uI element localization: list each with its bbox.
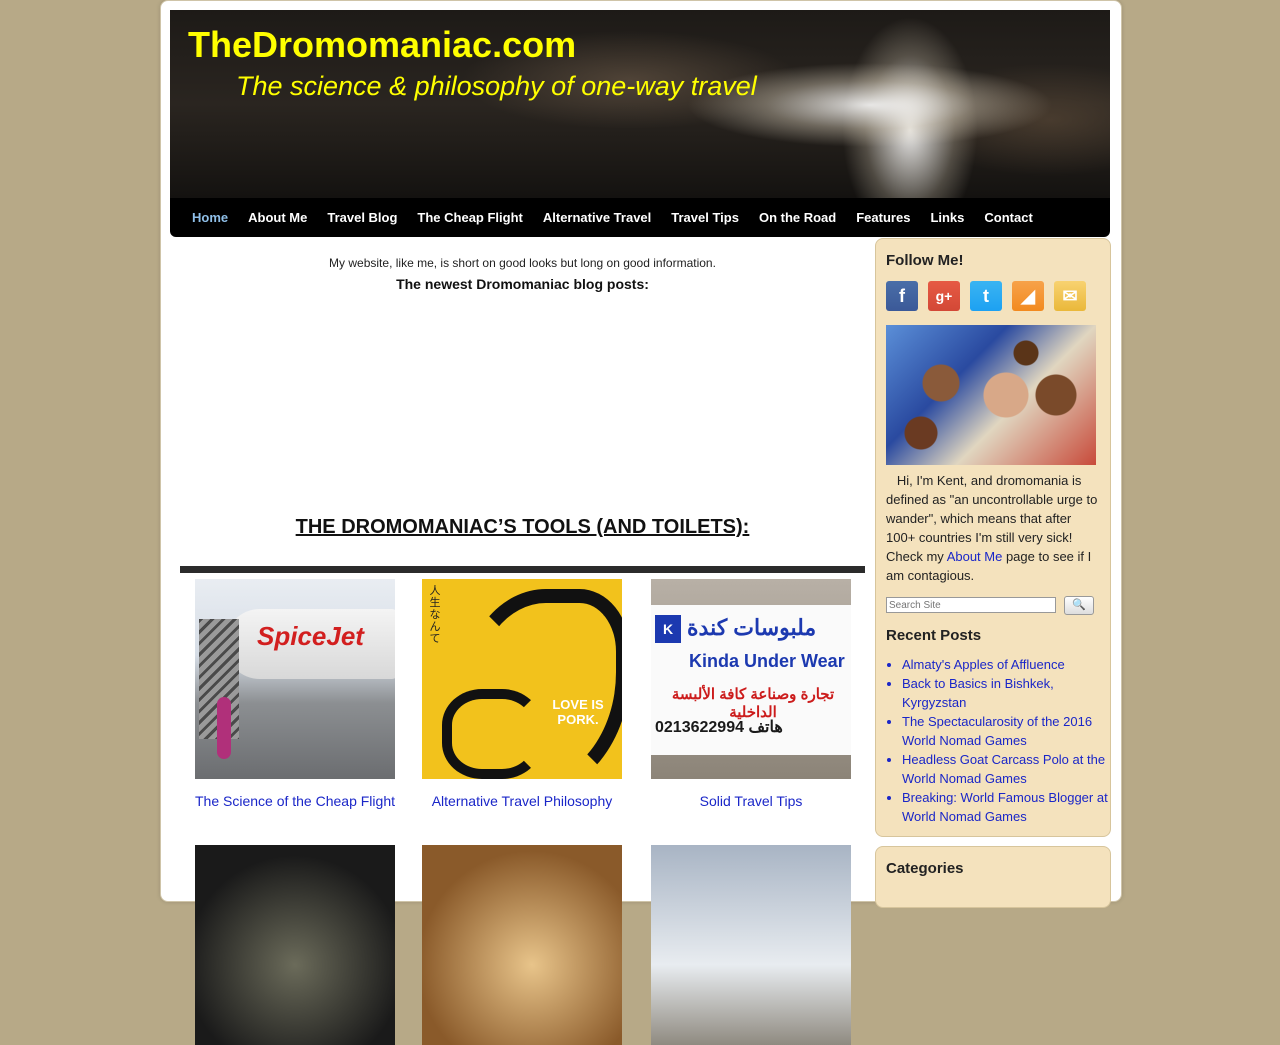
nav-item-links[interactable]: Links (920, 198, 974, 237)
cheap-flight-image[interactable]: SpiceJet (195, 579, 395, 779)
poster-text: LOVE IS PORK. (552, 697, 604, 727)
tile-image[interactable] (651, 845, 851, 1045)
sign-arabic-title: ملبوسات كندة (687, 615, 817, 640)
tile-row2-2[interactable] (407, 845, 637, 1045)
tools-heading: THE DROMOMANIAC’S TOOLS (AND TOILETS): (295, 516, 750, 538)
about-me-link[interactable]: About Me (947, 549, 1003, 564)
tile-travel-tips[interactable]: K ملبوسات كندة Kinda Under Wear تجارة وص… (636, 579, 866, 809)
recent-posts-title: Recent Posts (886, 627, 982, 644)
facebook-icon[interactable]: f (886, 281, 918, 311)
sign-phone: 0213622994 هاتف (655, 719, 783, 736)
site-header: TheDromomaniac.com The science & philoso… (170, 10, 1110, 198)
recent-posts-list: Almaty's Apples of Affluence Back to Bas… (886, 655, 1116, 826)
social-links: f g+ t ◢ ✉ (886, 281, 1086, 311)
site-title[interactable]: TheDromomaniac.com (188, 24, 576, 66)
google-plus-icon[interactable]: g+ (928, 281, 960, 311)
author-bio: Hi, I'm Kent, and dromomania is defined … (886, 471, 1100, 585)
email-icon[interactable]: ✉ (1054, 281, 1086, 311)
tile-row2-1[interactable] (180, 845, 410, 1045)
nav-item-on-the-road[interactable]: On the Road (749, 198, 846, 237)
nav-item-alternative-travel[interactable]: Alternative Travel (533, 198, 661, 237)
nav-item-cheap-flight[interactable]: The Cheap Flight (407, 198, 532, 237)
recent-post-link[interactable]: Breaking: World Famous Blogger at World … (902, 788, 1116, 826)
sidebar: Follow Me! f g+ t ◢ ✉ Hi, I'm Kent, and … (875, 238, 1111, 837)
tile-alternative-travel[interactable]: 人生なんて LOVE IS PORK. Alternative Travel P… (407, 579, 637, 809)
recent-post-link[interactable]: The Spectacularosity of the 2016 World N… (902, 712, 1116, 750)
nav-item-travel-tips[interactable]: Travel Tips (661, 198, 749, 237)
tile-caption-travel-tips[interactable]: Solid Travel Tips (636, 793, 866, 809)
tile-image[interactable] (195, 845, 395, 1045)
nav-item-travel-blog[interactable]: Travel Blog (317, 198, 407, 237)
nav-item-contact[interactable]: Contact (974, 198, 1042, 237)
recent-post-link[interactable]: Back to Basics in Bishkek, Kyrgyzstan (902, 674, 1116, 712)
crown-logo-icon: K (655, 615, 681, 643)
alternative-travel-image[interactable]: 人生なんて LOVE IS PORK. (422, 579, 622, 779)
travel-tips-image[interactable]: K ملبوسات كندة Kinda Under Wear تجارة وص… (651, 579, 851, 779)
rss-icon[interactable]: ◢ (1012, 281, 1044, 311)
tile-caption-alternative-travel[interactable]: Alternative Travel Philosophy (407, 793, 637, 809)
tile-row2-3[interactable] (636, 845, 866, 1045)
profile-photo (886, 325, 1096, 465)
tools-grid: SpiceJet The Science of the Cheap Flight… (180, 566, 866, 1045)
airline-logo-text: SpiceJet (257, 621, 364, 651)
tile-image[interactable] (422, 845, 622, 1045)
twitter-icon[interactable]: t (970, 281, 1002, 311)
main-nav: Home About Me Travel Blog The Cheap Flig… (170, 198, 1110, 237)
japanese-text: 人生なんて (429, 585, 441, 645)
search-input[interactable] (886, 597, 1056, 613)
intro-text: My website, like me, is short on good lo… (329, 256, 716, 270)
recent-post-link[interactable]: Almaty's Apples of Affluence (902, 655, 1116, 674)
categories-title: Categories (886, 860, 964, 877)
shop-sign: K ملبوسات كندة Kinda Under Wear تجارة وص… (651, 605, 851, 755)
sign-english-title: Kinda Under Wear (689, 651, 845, 671)
brush-stroke (442, 689, 542, 779)
traveler-figure (217, 697, 231, 759)
main-content: My website, like me, is short on good lo… (180, 238, 865, 1045)
nav-item-about-me[interactable]: About Me (238, 198, 317, 237)
tile-cheap-flight[interactable]: SpiceJet The Science of the Cheap Flight (180, 579, 410, 809)
search-icon: 🔍 (1072, 599, 1086, 611)
newest-posts-heading: The newest Dromomaniac blog posts: (396, 276, 649, 292)
nav-item-features[interactable]: Features (846, 198, 920, 237)
search-button[interactable]: 🔍 (1064, 596, 1094, 615)
follow-me-title: Follow Me! (886, 252, 964, 269)
tile-caption-cheap-flight[interactable]: The Science of the Cheap Flight (180, 793, 410, 809)
recent-post-link[interactable]: Headless Goat Carcass Polo at the World … (902, 750, 1116, 788)
sign-arabic-subtitle: تجارة وصناعة كافة الألبسة الداخلية (671, 686, 835, 721)
categories-widget: Categories (875, 846, 1111, 908)
nav-item-home[interactable]: Home (182, 198, 238, 237)
site-tagline: The science & philosophy of one-way trav… (236, 71, 757, 101)
